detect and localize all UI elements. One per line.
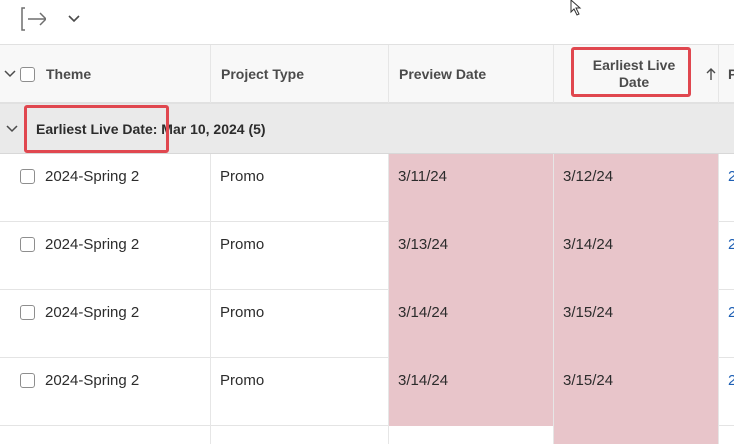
table-header: Theme Project Type Preview Date Earliest… bbox=[0, 44, 734, 104]
export-arrow-icon bbox=[21, 7, 46, 31]
row-checkbox-wrap bbox=[20, 290, 35, 335]
cell-preview-date: 3/14/24 bbox=[398, 304, 449, 321]
column-divider bbox=[388, 154, 389, 222]
cell-earliest-live-date: 3/15/24 bbox=[563, 304, 614, 321]
chevron-down-icon bbox=[4, 70, 16, 78]
cell-partial-link[interactable]: 2 bbox=[728, 358, 734, 403]
cell-earliest-live-date: 3/15/24 bbox=[563, 372, 614, 389]
mouse-cursor-icon bbox=[570, 0, 582, 16]
cell-partial-link[interactable]: 2 bbox=[728, 290, 734, 335]
column-divider bbox=[388, 426, 389, 444]
column-divider bbox=[553, 426, 554, 444]
group-header: Earliest Live Date: Mar 10, 2024 (5) bbox=[36, 104, 266, 154]
cell-partial-link[interactable]: 2 bbox=[728, 222, 734, 267]
cell-theme: 2024-Spring 2 bbox=[45, 372, 140, 389]
row-checkbox-wrap bbox=[20, 222, 35, 267]
column-divider bbox=[718, 222, 719, 290]
cell-earliest-live-date: 3/12/24 bbox=[563, 168, 614, 185]
cell-preview-date: 3/11/24 bbox=[398, 168, 447, 185]
sort-arrow-up-icon bbox=[706, 68, 716, 80]
table-row[interactable]: 2024-Spring 2 Promo 3/14/24 3/15/24 2 bbox=[0, 290, 734, 358]
column-divider bbox=[210, 154, 211, 222]
cell-theme: 2024-Spring 2 bbox=[45, 168, 140, 185]
table-row-partial[interactable] bbox=[0, 426, 734, 444]
toolbar bbox=[0, 0, 734, 44]
column-divider bbox=[718, 45, 719, 103]
cell-project-type: Promo bbox=[220, 304, 265, 321]
column-divider bbox=[388, 358, 389, 426]
sort-ascending-icon[interactable] bbox=[705, 45, 719, 103]
table-row[interactable]: 2024-Spring 2 Promo 3/13/24 3/14/24 2 bbox=[0, 222, 734, 290]
overdue-cell-bg bbox=[553, 426, 718, 444]
cell-partial-link[interactable]: 2 bbox=[728, 154, 734, 199]
cell-project-type: Promo bbox=[220, 372, 265, 389]
column-divider bbox=[718, 426, 719, 444]
select-all-checkbox-wrap bbox=[20, 45, 35, 103]
column-header-preview-date[interactable]: Preview Date bbox=[399, 45, 486, 103]
column-divider bbox=[210, 45, 211, 103]
group-label: Earliest Live Date: bbox=[36, 121, 158, 137]
column-divider bbox=[210, 290, 211, 358]
row-checkbox[interactable] bbox=[20, 169, 35, 184]
column-divider bbox=[718, 154, 719, 222]
column-divider bbox=[553, 154, 554, 222]
row-checkbox-wrap bbox=[20, 154, 35, 199]
cell-theme: 2024-Spring 2 bbox=[45, 304, 140, 321]
row-checkbox[interactable] bbox=[20, 237, 35, 252]
table-row[interactable]: 2024-Spring 2 Promo 3/14/24 3/15/24 2 bbox=[0, 358, 734, 426]
column-divider bbox=[553, 222, 554, 290]
column-divider bbox=[210, 426, 211, 444]
cell-project-type: Promo bbox=[220, 168, 265, 185]
chevron-down-icon bbox=[68, 15, 80, 23]
chevron-down-icon bbox=[6, 125, 18, 133]
column-divider bbox=[388, 290, 389, 358]
group-value: Mar 10, 2024 (5) bbox=[161, 121, 266, 137]
toolbar-dropdown-button[interactable] bbox=[64, 6, 84, 32]
column-divider bbox=[388, 45, 389, 103]
column-header-earliest-live-date-label: Earliest Live Date bbox=[592, 57, 676, 90]
column-divider bbox=[388, 222, 389, 290]
column-header-earliest-live-date[interactable]: Earliest Live Date bbox=[574, 45, 694, 103]
column-divider bbox=[553, 45, 554, 103]
column-header-project-type[interactable]: Project Type bbox=[221, 45, 304, 103]
cell-preview-date: 3/14/24 bbox=[398, 372, 449, 389]
select-all-checkbox[interactable] bbox=[20, 66, 35, 82]
column-divider bbox=[210, 222, 211, 290]
column-header-partial[interactable]: P bbox=[728, 45, 734, 103]
column-divider bbox=[718, 358, 719, 426]
column-divider bbox=[210, 358, 211, 426]
cell-preview-date: 3/13/24 bbox=[398, 236, 449, 253]
table-row[interactable]: 2024-Spring 2 Promo 3/11/24 3/12/24 2 bbox=[0, 154, 734, 222]
column-divider bbox=[553, 290, 554, 358]
row-checkbox[interactable] bbox=[20, 305, 35, 320]
cell-earliest-live-date: 3/14/24 bbox=[563, 236, 614, 253]
column-divider bbox=[718, 290, 719, 358]
cell-theme: 2024-Spring 2 bbox=[45, 236, 140, 253]
column-divider bbox=[553, 358, 554, 426]
expand-all-toggle[interactable] bbox=[4, 45, 20, 103]
export-button[interactable] bbox=[14, 6, 48, 32]
group-collapse-toggle[interactable] bbox=[6, 104, 18, 154]
row-checkbox-wrap bbox=[20, 358, 35, 403]
row-checkbox[interactable] bbox=[20, 373, 35, 388]
cell-project-type: Promo bbox=[220, 236, 265, 253]
column-header-theme[interactable]: Theme bbox=[46, 45, 91, 103]
group-row[interactable]: Earliest Live Date: Mar 10, 2024 (5) bbox=[0, 104, 734, 154]
